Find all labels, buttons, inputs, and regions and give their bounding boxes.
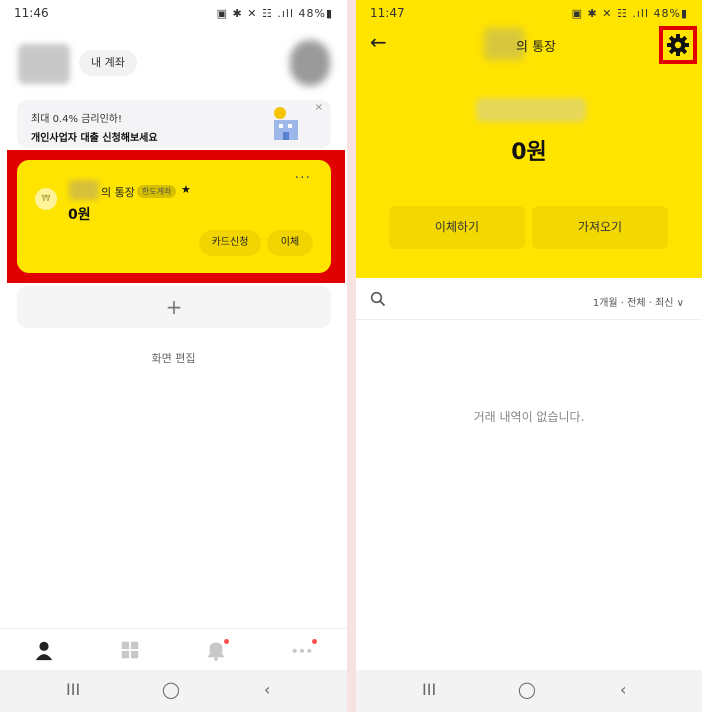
avatar[interactable]: [290, 40, 330, 86]
status-system-icons: ▣ ✱ ✕ ☷ .ıll 48%▮: [571, 6, 688, 20]
person-icon[interactable]: [32, 639, 56, 663]
home-icon[interactable]: ◯: [518, 680, 536, 699]
account-name-blurred: [69, 180, 99, 200]
transfer-button[interactable]: 이체: [267, 230, 313, 256]
grid-icon[interactable]: [118, 639, 142, 663]
right-phone-screen: 11:47 ▣ ✱ ✕ ☷ .ıll 48%▮ ← 의 통장 0원 이체하기 가…: [356, 0, 702, 712]
more-icon[interactable]: [290, 639, 317, 663]
favorite-star-icon[interactable]: ★: [181, 183, 191, 196]
account-card[interactable]: ₩ 의 통장 한도계좌 ★ ··· 0원 카드신청 이체: [17, 160, 331, 273]
account-balance: 0원: [68, 207, 91, 223]
account-balance: 0원: [511, 140, 547, 165]
back-icon[interactable]: ‹: [264, 680, 270, 699]
search-icon[interactable]: [370, 291, 386, 307]
coin-icon: ₩: [35, 188, 57, 210]
promo-banner[interactable]: 최대 0.4% 금리인하! 개인사업자 대출 신청해보세요 ×: [17, 100, 331, 148]
settings-gear-icon[interactable]: [663, 30, 693, 60]
more-notification-dot: [312, 639, 317, 644]
transfer-button[interactable]: 이체하기: [389, 206, 525, 249]
building-illustration-icon: [274, 107, 298, 140]
filter-dropdown[interactable]: 1개월 · 전체 · 최신 ∨: [593, 294, 684, 309]
status-time: 11:46: [14, 6, 49, 20]
account-number-blurred: [476, 98, 586, 122]
my-account-button[interactable]: 내 계좌: [79, 50, 137, 76]
empty-transactions-message: 거래 내역이 없습니다.: [473, 410, 585, 424]
bell-icon[interactable]: [204, 639, 229, 663]
card-apply-button[interactable]: 카드신청: [199, 230, 261, 256]
status-system-icons: ▣ ✱ ✕ ☷ .ıll 48%▮: [216, 6, 333, 20]
add-account-button[interactable]: +: [17, 286, 331, 328]
profile-name-blurred[interactable]: [18, 44, 70, 84]
back-arrow-icon[interactable]: ←: [370, 30, 387, 54]
status-bar: 11:47 ▣ ✱ ✕ ☷ .ıll 48%▮: [356, 0, 702, 26]
android-nav-bar: III ◯ ‹: [0, 670, 347, 712]
left-phone-screen: 11:46 ▣ ✱ ✕ ☷ .ıll 48%▮ 내 계좌 최대 0.4% 금리인…: [0, 0, 347, 712]
bring-money-button[interactable]: 가져오기: [532, 206, 668, 249]
back-icon[interactable]: ‹: [620, 680, 626, 699]
status-time: 11:47: [370, 6, 405, 20]
account-type-badge: 한도계좌: [137, 185, 177, 198]
screen-divider: [347, 0, 356, 712]
promo-close-icon[interactable]: ×: [315, 102, 323, 113]
more-options-icon[interactable]: ···: [295, 170, 311, 186]
status-bar: 11:46 ▣ ✱ ✕ ☷ .ıll 48%▮: [0, 0, 347, 26]
edit-screen-link[interactable]: 화면 편집: [0, 350, 347, 366]
transaction-filter-bar: 1개월 · 전체 · 최신 ∨: [356, 282, 702, 320]
account-title: 의 통장: [101, 186, 135, 199]
android-nav-bar: III ◯ ‹: [356, 670, 702, 712]
bell-notification-dot: [224, 639, 229, 644]
recent-apps-icon[interactable]: III: [66, 680, 80, 699]
page-title: 의 통장: [516, 40, 557, 55]
recent-apps-icon[interactable]: III: [422, 680, 436, 699]
home-icon[interactable]: ◯: [162, 680, 180, 699]
bottom-tab-bar: [0, 628, 347, 670]
